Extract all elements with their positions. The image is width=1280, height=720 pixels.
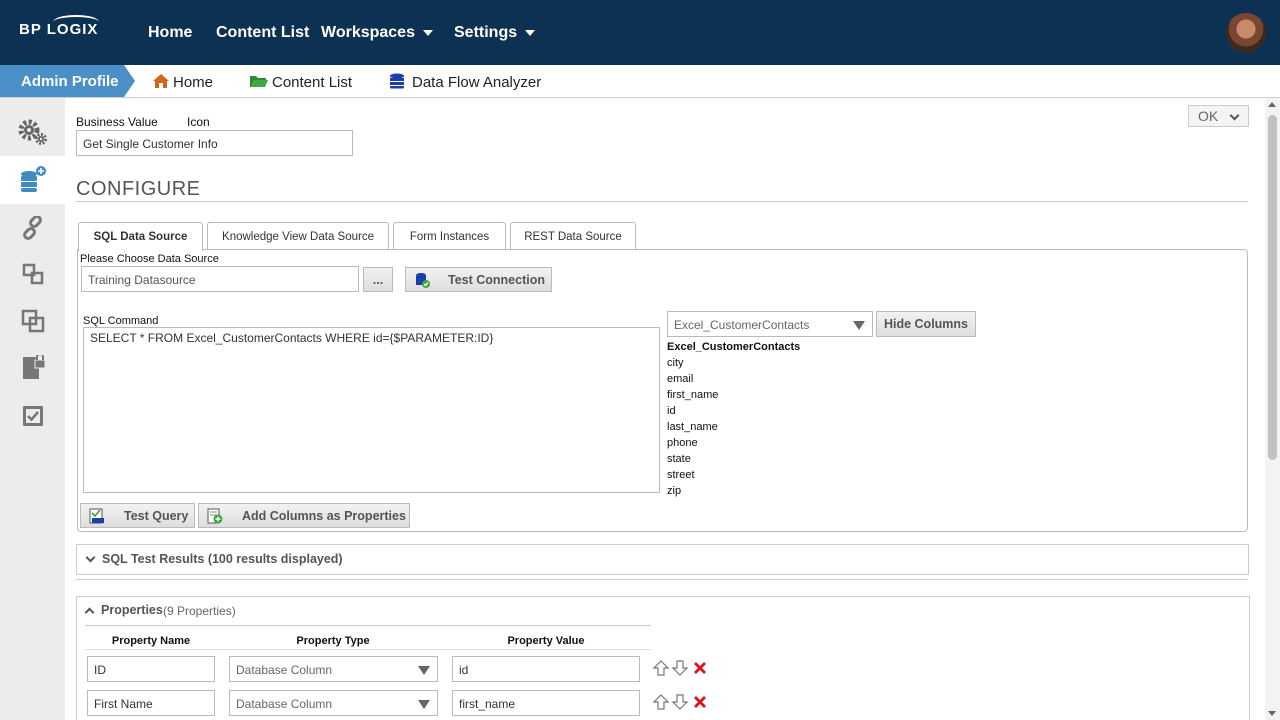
ok-button[interactable]: OK [1188,105,1249,127]
property-type-select[interactable]: Database Column [229,656,438,682]
list-item[interactable]: state [667,451,800,467]
database-icon [390,73,404,89]
move-up-icon[interactable] [653,660,669,676]
tab-knowledge-view-data-source[interactable]: Knowledge View Data Source [207,222,389,250]
list-item[interactable]: phone [667,435,800,451]
dropdown-arrow-icon [418,700,430,709]
properties-title[interactable]: Properties [101,603,163,617]
sidebar-item-data-source[interactable] [0,156,65,204]
left-sidebar [0,98,65,720]
list-item[interactable]: id [667,403,800,419]
section-title: CONFIGURE [76,178,201,200]
properties-count: (9 Properties) [163,604,236,618]
main-content: Business Value Icon Get Single Customer … [65,98,1265,720]
property-type-select[interactable]: Database Column [229,690,438,716]
dropdown-arrow-icon [418,666,430,675]
chevron-down-icon [1229,110,1240,121]
move-down-icon[interactable] [672,660,688,676]
test-query-button[interactable]: Test Query [80,503,195,528]
database-check-icon [416,273,430,288]
list-item[interactable]: first_name [667,387,800,403]
vertical-scrollbar[interactable] [1265,98,1280,720]
divider [85,625,651,626]
move-up-icon[interactable] [653,694,669,710]
sql-command-textarea[interactable]: SELECT * FROM Excel_CustomerContacts WHE… [83,327,660,493]
nav-workspaces[interactable]: Workspaces [321,24,433,42]
breadcrumb: Admin Profile Home Content List Data Flo… [0,65,1280,98]
chevron-down-icon [85,552,96,563]
scroll-up-icon[interactable] [1268,102,1276,107]
tab-sql-data-source[interactable]: SQL Data Source [78,222,203,251]
sql-test-results-title: SQL Test Results (100 results displayed) [102,552,343,566]
breadcrumb-content-list[interactable]: Content List [249,73,352,91]
list-item[interactable]: zip [667,483,800,499]
list-item[interactable]: last_name [667,419,800,435]
top-navigation-bar: BP LOGIX Home Content List Workspaces Se… [0,0,1280,65]
breadcrumb-data-flow-analyzer[interactable]: Data Flow Analyzer [389,73,541,91]
column-list: Excel_CustomerContacts city email first_… [667,339,800,499]
divider [76,201,1248,202]
bp-logix-logo[interactable]: BP LOGIX [19,15,99,38]
delete-icon[interactable] [692,694,708,710]
sql-query-icon [89,508,104,524]
list-item[interactable]: street [667,467,800,483]
table-name-header: Excel_CustomerContacts [667,341,801,353]
property-value-input[interactable]: id [452,656,640,682]
folder-open-icon [250,76,268,87]
tab-form-instances[interactable]: Form Instances [393,222,506,250]
business-value-input[interactable]: Get Single Customer Info [76,130,353,156]
sidebar-item-settings[interactable] [0,108,65,156]
document-lock-icon [22,355,45,379]
nav-content-list[interactable]: Content List [216,24,309,42]
icon-label: Icon [187,115,210,129]
property-name-input[interactable]: ID [87,656,215,682]
test-connection-button[interactable]: Test Connection [405,267,552,292]
caret-down-icon [525,29,536,36]
caret-down-icon [422,29,433,36]
divider [85,649,651,650]
nav-home[interactable]: Home [148,24,192,42]
sidebar-item-document-lock[interactable] [0,344,65,392]
divider [76,579,1248,580]
scroll-down-icon[interactable] [1268,711,1276,716]
copy-icon [21,309,44,333]
property-value-input[interactable]: first_name [452,690,640,716]
move-down-icon[interactable] [672,694,688,710]
breadcrumb-home[interactable]: Home [152,73,213,91]
sql-test-results-section[interactable]: SQL Test Results (100 results displayed) [76,544,1249,575]
hide-columns-button[interactable]: Hide Columns [876,311,976,337]
scroll-thumb[interactable] [1268,115,1277,460]
nav-settings[interactable]: Settings [454,24,536,42]
sql-command-label: SQL Command [83,315,159,327]
flow-icon [22,263,43,285]
sidebar-item-checklist[interactable] [0,392,65,440]
dropdown-arrow-icon [853,321,865,330]
browse-datasource-button[interactable]: ... [363,267,393,292]
sidebar-item-copy[interactable] [0,297,65,345]
sidebar-item-links[interactable] [0,204,65,252]
link-icon [22,216,42,240]
property-value-header: Property Value [507,635,585,647]
tab-rest-data-source[interactable]: REST Data Source [510,222,636,250]
table-select[interactable]: Excel_CustomerContacts [667,311,873,337]
business-value-label: Business Value [76,115,158,129]
gears-icon [18,119,47,145]
property-name-header: Property Name [111,635,191,647]
list-item[interactable]: email [667,371,800,387]
add-columns-as-properties-button[interactable]: Add Columns as Properties [198,503,410,528]
database-add-icon [20,166,46,192]
house-icon [153,74,169,88]
user-avatar[interactable] [1226,13,1266,53]
checklist-icon [22,406,43,426]
property-type-header: Property Type [296,635,370,647]
add-columns-icon [207,508,223,524]
datasource-label: Please Choose Data Source [80,253,219,265]
property-name-input[interactable]: First Name [87,690,215,716]
datasource-input[interactable]: Training Datasource [81,266,359,292]
sidebar-item-flow[interactable] [0,250,65,298]
list-item[interactable]: city [667,355,800,371]
delete-icon[interactable] [692,660,708,676]
admin-profile-tab[interactable]: Admin Profile [0,65,135,97]
